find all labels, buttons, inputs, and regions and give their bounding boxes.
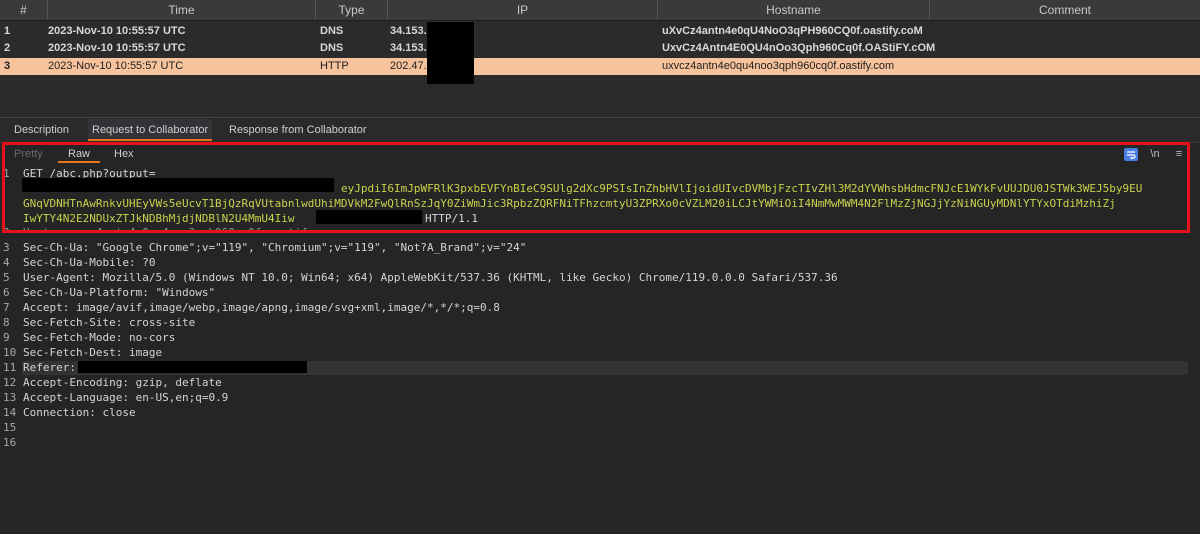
line-number: 14	[3, 406, 17, 419]
header-name: Sec-Fetch-Site	[23, 316, 116, 329]
header-line: User-Agent: Mozilla/5.0 (Windows NT 10.0…	[23, 271, 838, 284]
header-value: Mozilla/5.0 (Windows NT 10.0; Win64; x64…	[102, 271, 838, 284]
line-number: 11	[3, 361, 17, 374]
header-line: Sec-Ch-Ua-Platform: "Windows"	[23, 286, 216, 299]
header-line: Accept-Language: en-US,en;q=0.9	[23, 391, 229, 404]
line-number: 3	[3, 241, 10, 254]
line-number: 10	[3, 346, 17, 359]
header-name: Accept-Language	[23, 391, 123, 404]
header-name: Connection	[23, 406, 90, 419]
line-number: 6	[3, 286, 10, 299]
line-number: 9	[3, 331, 10, 344]
header-value: en-US,en;q=0.9	[135, 391, 229, 404]
col-header-type[interactable]: Type	[316, 0, 388, 20]
cell-hostname: uxvcz4antn4e0qu4noo3qph960cq0f.oastify.c…	[662, 60, 895, 72]
header-value: "Windows"	[155, 286, 216, 299]
header-line: Sec-Fetch-Site: cross-site	[23, 316, 196, 329]
cell-type: HTTP	[320, 60, 349, 72]
table-row[interactable]: 2 2023-Nov-10 10:55:57 UTC DNS 34.153. U…	[0, 40, 1200, 57]
cell-time: 2023-Nov-10 10:55:57 UTC	[48, 42, 186, 54]
referer-redaction	[78, 361, 307, 373]
cell-hostname: uXvCz4antn4e0qU4NoO3qPH960CQ0f.oastify.c…	[662, 25, 923, 37]
header-name: Sec-Fetch-Mode	[23, 331, 116, 344]
tab-response-from-collaborator[interactable]: Response from Collaborator	[229, 119, 367, 141]
header-line: Referer:	[23, 361, 76, 374]
table-header: # Time Type IP Hostname Comment	[0, 0, 1200, 21]
col-header-hostname[interactable]: Hostname	[658, 0, 930, 20]
tab-description[interactable]: Description	[14, 119, 69, 141]
header-value: image	[128, 346, 163, 359]
cell-time: 2023-Nov-10 10:55:57 UTC	[48, 60, 184, 72]
ip-redaction	[427, 22, 474, 84]
cell-type: DNS	[320, 25, 344, 37]
header-value: no-cors	[128, 331, 176, 344]
header-name: Accept	[23, 301, 63, 314]
line-number: 4	[3, 256, 10, 269]
cell-ip: 34.153.	[390, 25, 427, 37]
header-value: cross-site	[128, 316, 196, 329]
header-value: gzip, deflate	[135, 376, 222, 389]
table-row-selected[interactable]: 3 2023-Nov-10 10:55:57 UTC HTTP 202.47.3…	[0, 58, 1200, 75]
header-line: Accept: image/avif,image/webp,image/apng…	[23, 301, 500, 314]
cell-ip: 34.153.	[390, 42, 427, 54]
header-line: Sec-Fetch-Mode: no-cors	[23, 331, 176, 344]
header-line: Connection: close	[23, 406, 136, 419]
table-row[interactable]: 1 2023-Nov-10 10:55:57 UTC DNS 34.153. u…	[0, 23, 1200, 40]
line-number: 12	[3, 376, 17, 389]
line-number: 5	[3, 271, 10, 284]
line-number: 16	[3, 436, 17, 449]
header-name: Sec-Fetch-Dest	[23, 346, 116, 359]
line-number: 15	[3, 421, 17, 434]
header-line: Sec-Ch-Ua: "Google Chrome";v="119", "Chr…	[23, 241, 527, 254]
header-name: Referer	[23, 361, 70, 374]
interaction-table: # Time Type IP Hostname Comment 1 2023-N…	[0, 0, 1200, 117]
col-header-ip[interactable]: IP	[388, 0, 658, 20]
header-name: User-Agent	[23, 271, 90, 284]
cell-time: 2023-Nov-10 10:55:57 UTC	[48, 25, 186, 37]
header-name: Sec-Ch-Ua	[23, 241, 83, 254]
tab-request-to-collaborator[interactable]: Request to Collaborator	[88, 119, 213, 141]
cell-num: 3	[4, 60, 11, 72]
header-name: Accept-Encoding	[23, 376, 123, 389]
col-header-num[interactable]: #	[0, 0, 48, 20]
header-name: Sec-Ch-Ua-Mobile	[23, 256, 129, 269]
header-line: Sec-Fetch-Dest: image	[23, 346, 163, 359]
col-header-time[interactable]: Time	[48, 0, 316, 20]
annotation-highlight-box	[2, 142, 1190, 233]
cell-type: DNS	[320, 42, 344, 54]
cell-hostname: UxvCz4Antn4E0QU4nOo3Qph960Cq0f.OAStiFY.c…	[662, 42, 936, 54]
cell-num: 1	[4, 25, 11, 37]
header-value: "Google Chrome";v="119", "Chromium";v="1…	[95, 241, 527, 254]
cell-num: 2	[4, 42, 11, 54]
col-header-comment[interactable]: Comment	[930, 0, 1200, 20]
header-line: Sec-Ch-Ua-Mobile: ?0	[23, 256, 156, 269]
header-name: Sec-Ch-Ua-Platform	[23, 286, 143, 299]
line-number: 13	[3, 391, 17, 404]
header-value: image/avif,image/webp,image/apng,image/s…	[76, 301, 500, 314]
line-number: 8	[3, 316, 10, 329]
detail-tabs: Description Request to Collaborator Resp…	[0, 119, 1200, 143]
header-line: Accept-Encoding: gzip, deflate	[23, 376, 222, 389]
header-value: ?0	[142, 256, 156, 269]
header-value: close	[102, 406, 136, 419]
line-number: 7	[3, 301, 10, 314]
